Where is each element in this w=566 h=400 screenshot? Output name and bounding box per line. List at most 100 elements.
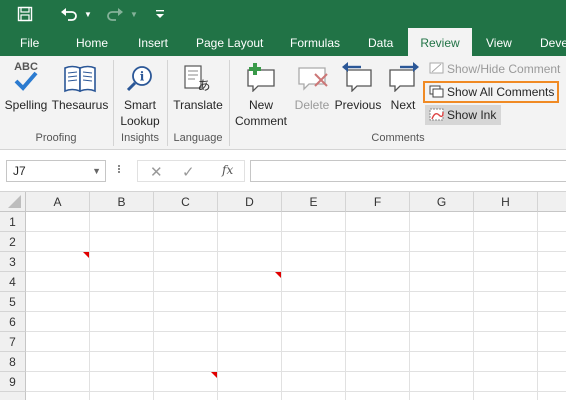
cancel-icon[interactable]: ✕ xyxy=(150,163,163,181)
insert-function-icon[interactable]: fx xyxy=(222,163,233,177)
previous-label: Previous xyxy=(334,98,382,112)
gridline xyxy=(537,212,538,400)
next-comment-button[interactable]: Next xyxy=(384,58,422,128)
spelling-label: Spelling xyxy=(4,98,48,112)
select-all-corner[interactable] xyxy=(0,192,26,212)
sheet-row[interactable] xyxy=(26,352,566,372)
gridline xyxy=(153,212,154,400)
sheet-row[interactable] xyxy=(26,232,566,252)
name-box[interactable]: J7 ▼ xyxy=(6,160,106,182)
title-bar: ▼ ▼ xyxy=(0,0,566,28)
show-ink-button[interactable]: Show Ink xyxy=(425,105,501,125)
formula-bar-grip[interactable] xyxy=(118,164,122,178)
show-hide-comment-label: Show/Hide Comment xyxy=(447,62,561,76)
thesaurus-label: Thesaurus xyxy=(51,98,109,112)
chevron-down-icon[interactable]: ▼ xyxy=(92,161,101,181)
new-comment-label-2: Comment xyxy=(234,114,287,128)
sheet-row[interactable] xyxy=(26,372,566,392)
smart-lookup-button[interactable]: i Smart Lookup xyxy=(116,58,164,130)
show-hide-comment-button: Show/Hide Comment xyxy=(425,59,560,79)
row-header-6[interactable]: 6 xyxy=(0,312,26,332)
comment-indicator-a3[interactable] xyxy=(83,252,89,258)
translate-label: Translate xyxy=(173,98,223,112)
formula-bar: J7 ▼ ✕ ✓ fx xyxy=(0,150,566,192)
column-header-c[interactable]: C xyxy=(154,192,218,212)
sheet-row[interactable] xyxy=(26,272,566,292)
smart-lookup-label-2: Lookup xyxy=(120,114,160,128)
sheet-row[interactable] xyxy=(26,332,566,352)
book-icon xyxy=(63,64,97,98)
column-header-d[interactable]: D xyxy=(218,192,282,212)
smart-lookup-icon: i xyxy=(125,64,155,98)
language-group-label: Language xyxy=(173,132,223,144)
comments-group-label: Comments xyxy=(371,132,425,144)
show-all-comments-icon xyxy=(429,85,445,104)
show-all-comments-label: Show All Comments xyxy=(447,85,555,99)
tab-formulas[interactable]: Formulas xyxy=(290,28,340,56)
redo-dropdown-icon: ▼ xyxy=(130,9,138,19)
column-header-a[interactable]: A xyxy=(26,192,90,212)
column-header-g[interactable]: G xyxy=(410,192,474,212)
previous-comment-icon xyxy=(341,62,375,96)
undo-dropdown-icon[interactable]: ▼ xyxy=(82,4,94,24)
checkmark-icon xyxy=(12,70,40,96)
row-header-5[interactable]: 5 xyxy=(0,292,26,312)
comment-indicator-d4[interactable] xyxy=(275,272,281,278)
svg-text:i: i xyxy=(140,70,145,84)
tab-home[interactable]: Home xyxy=(76,28,108,56)
previous-comment-button[interactable]: Previous xyxy=(334,58,382,128)
tab-developer[interactable]: Deve xyxy=(540,28,566,56)
row-header-partial[interactable] xyxy=(0,392,26,400)
comment-indicator-c9[interactable] xyxy=(211,372,217,378)
column-header-partial[interactable] xyxy=(538,192,566,212)
show-hide-comment-icon xyxy=(429,62,445,82)
tab-file[interactable]: File xyxy=(20,28,40,56)
show-ink-icon xyxy=(429,108,445,128)
thesaurus-button[interactable]: Thesaurus xyxy=(50,58,110,128)
row-header-9[interactable]: 9 xyxy=(0,372,26,392)
next-label: Next xyxy=(390,98,416,112)
gridline xyxy=(89,212,90,400)
gridline xyxy=(281,212,282,400)
row-header-8[interactable]: 8 xyxy=(0,352,26,372)
new-comment-label-1: New xyxy=(248,98,273,112)
tab-insert[interactable]: Insert xyxy=(138,28,168,56)
new-comment-icon xyxy=(244,62,278,96)
customize-qat-icon[interactable] xyxy=(152,4,168,24)
row-header-3[interactable]: 3 xyxy=(0,252,26,272)
delete-label: Delete xyxy=(294,98,330,112)
column-header-e[interactable]: E xyxy=(282,192,346,212)
sheet-row[interactable] xyxy=(26,252,566,272)
new-comment-button[interactable]: New Comment xyxy=(232,58,290,130)
column-header-h[interactable]: H xyxy=(474,192,538,212)
translate-icon: あ xyxy=(183,64,213,98)
translate-button[interactable]: あ Translate xyxy=(170,58,226,128)
save-icon[interactable] xyxy=(14,4,36,24)
sheet-row[interactable] xyxy=(26,292,566,312)
delete-comment-icon xyxy=(295,62,329,96)
row-header-4[interactable]: 4 xyxy=(0,272,26,292)
tab-page-layout[interactable]: Page Layout xyxy=(196,28,263,56)
tab-review[interactable]: Review xyxy=(408,28,472,56)
spelling-button[interactable]: ABC Spelling xyxy=(2,58,50,128)
next-comment-icon xyxy=(386,62,420,96)
ribbon-tabs: File Home Insert Page Layout Formulas Da… xyxy=(0,28,566,56)
tab-data[interactable]: Data xyxy=(368,28,393,56)
enter-icon[interactable]: ✓ xyxy=(182,163,195,181)
gridline xyxy=(473,212,474,400)
row-header-2[interactable]: 2 xyxy=(0,232,26,252)
row-header-1[interactable]: 1 xyxy=(0,212,26,232)
insights-group-label: Insights xyxy=(121,132,159,144)
row-header-7[interactable]: 7 xyxy=(0,332,26,352)
svg-text:あ: あ xyxy=(197,79,210,94)
show-all-comments-button[interactable]: Show All Comments xyxy=(423,81,559,103)
column-header-b[interactable]: B xyxy=(90,192,154,212)
tab-view[interactable]: View xyxy=(486,28,512,56)
undo-icon[interactable] xyxy=(58,4,80,24)
formula-input[interactable] xyxy=(250,160,566,182)
column-header-f[interactable]: F xyxy=(346,192,410,212)
gridline xyxy=(409,212,410,400)
ribbon: ABC Spelling Thesaurus Proofing i Smart … xyxy=(0,56,566,150)
sheet-row[interactable] xyxy=(26,212,566,232)
sheet-row[interactable] xyxy=(26,312,566,332)
